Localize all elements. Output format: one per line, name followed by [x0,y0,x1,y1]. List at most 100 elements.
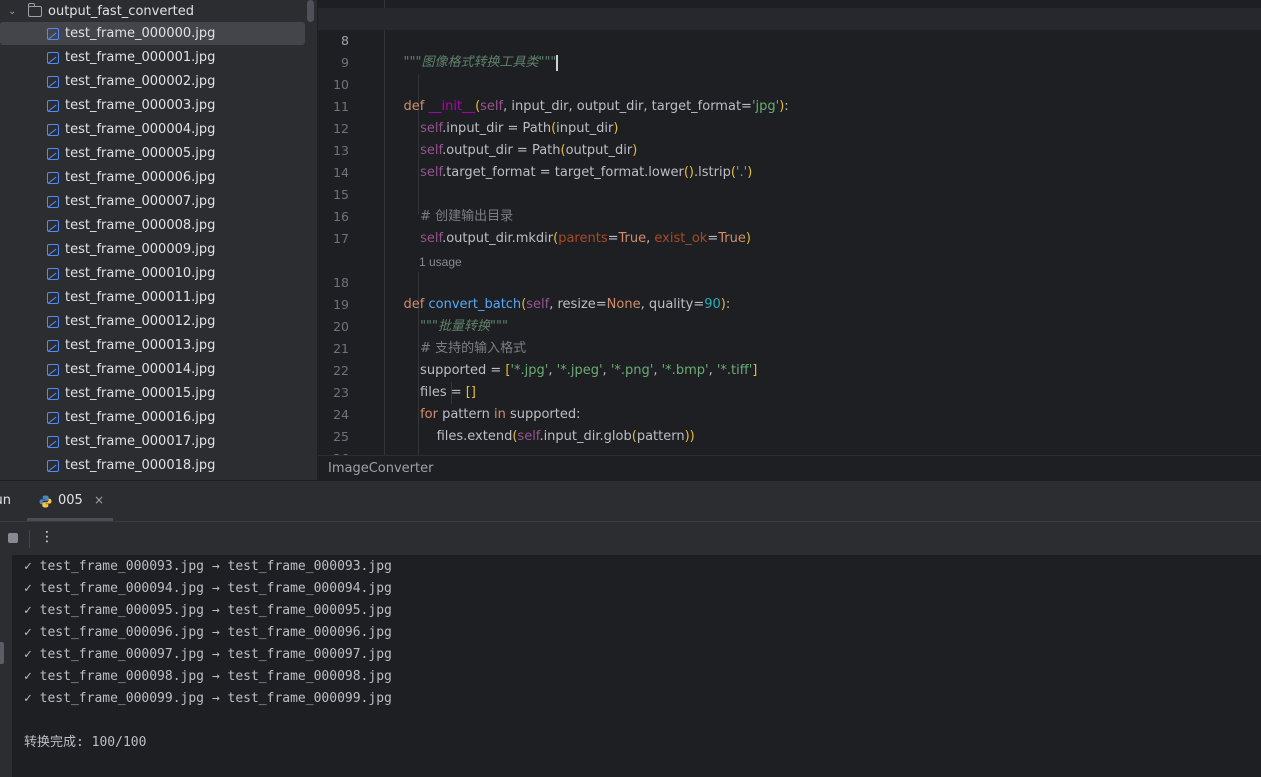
chevron-down-icon[interactable]: ⌄ [8,6,18,17]
tree-file-label: test_frame_000012.jpg [65,314,216,329]
image-file-icon [47,435,59,448]
code-editor[interactable]: class ImageConverter: 8 """图像格式转换工具类""" … [318,0,1261,455]
tree-file-item[interactable]: test_frame_000015.jpg [0,382,305,405]
folder-icon [28,2,42,17]
tree-file-item[interactable]: test_frame_000004.jpg [0,118,305,141]
tree-file-label: test_frame_000006.jpg [65,170,216,185]
tree-file-item[interactable]: test_frame_000007.jpg [0,190,305,213]
image-file-icon [47,27,59,40]
console-output[interactable]: ✓ test_frame_000093.jpg → test_frame_000… [0,555,1261,777]
tree-file-item[interactable]: test_frame_000014.jpg [0,358,305,381]
code-line: 13 self.target_format = target_format.lo… [318,118,1261,180]
tree-file-label: test_frame_000007.jpg [65,194,216,209]
gutter-marker [0,642,4,664]
image-file-icon [47,315,59,328]
tree-file-label: test_frame_000003.jpg [65,98,216,113]
tree-file-item[interactable]: test_frame_000001.jpg [0,46,305,69]
code-line: 11 self.input_dir = Path(input_dir) [318,74,1261,136]
image-file-icon [47,363,59,376]
console-line: ✓ test_frame_000097.jpg → test_frame_000… [24,647,392,662]
code-line: 14 [318,140,1261,180]
code-line: 25 [318,404,1261,444]
code-line: 17 [318,206,1261,246]
code-line: 22 files = [] [318,338,1261,400]
tree-file-item[interactable]: test_frame_000016.jpg [0,406,305,429]
tree-file-item[interactable]: test_frame_000008.jpg [0,214,305,237]
folder-name: output_fast_converted [48,3,195,19]
code-line: 16 self.output_dir.mkdir(parents=True, e… [318,184,1261,246]
console-line: ✓ test_frame_000094.jpg → test_frame_000… [24,581,392,596]
console-line: ✓ test_frame_000095.jpg → test_frame_000… [24,603,392,618]
image-file-icon [47,339,59,352]
tree-file-label: test_frame_000015.jpg [65,386,216,401]
tree-scrollbar[interactable] [307,0,314,22]
code-line: 10 def __init__(self, input_dir, output_… [318,52,1261,114]
console-summary: 转换完成: 100/100 [24,735,147,750]
code-line: 9 [318,30,1261,70]
tree-file-item[interactable]: test_frame_000011.jpg [0,286,305,309]
image-file-icon [47,219,59,232]
stop-icon[interactable] [8,533,18,543]
code-line: class ImageConverter: [318,0,1261,26]
tree-file-item[interactable]: test_frame_000017.jpg [0,430,305,453]
code-line: 23 for pattern in supported: [318,360,1261,422]
code-line: 20 # 支持的输入格式 [318,294,1261,356]
close-icon[interactable]: × [94,493,104,507]
image-file-icon [47,459,59,472]
console-line: ✓ test_frame_000096.jpg → test_frame_000… [24,625,392,640]
code-line: 8 """图像格式转换工具类""" [318,8,1261,71]
toolbar-divider [29,530,30,548]
image-file-icon [47,171,59,184]
tab-run-config[interactable]: 005 × [27,481,113,521]
tree-file-item[interactable]: test_frame_000018.jpg [0,454,305,477]
console-gutter [0,555,12,777]
tree-file-label: test_frame_000002.jpg [65,74,216,89]
image-file-icon [47,51,59,64]
image-file-icon [47,291,59,304]
run-toolbar: ⋮ [0,521,1261,556]
code-line: 21 supported = ['*.jpg', '*.jpeg', '*.pn… [318,316,1261,378]
tree-file-label: test_frame_000008.jpg [65,218,216,233]
run-panel-header: Run 005 × [0,480,1261,521]
tree-file-label: test_frame_000001.jpg [65,50,216,65]
tree-file-item[interactable]: test_frame_000009.jpg [0,238,305,261]
run-tab-label[interactable]: 005 [58,493,83,508]
code-line: 15 # 创建输出目录 [318,162,1261,224]
tree-file-item[interactable]: test_frame_000013.jpg [0,334,305,357]
tree-file-item[interactable]: test_frame_000000.jpg [0,22,305,45]
tree-file-label: test_frame_000010.jpg [65,266,216,281]
tree-file-label: test_frame_000016.jpg [65,410,216,425]
more-options-icon[interactable]: ⋮ [40,529,54,545]
tree-file-item[interactable]: test_frame_000003.jpg [0,94,305,117]
project-tree: ⌄ output_fast_converted test_frame_00000… [0,0,317,480]
code-line: 18 def convert_batch(self, resize=None, … [318,250,1261,312]
code-line: 19 """批量转换""" [318,272,1261,334]
tree-file-label: test_frame_000004.jpg [65,122,216,137]
tree-file-label: test_frame_000018.jpg [65,458,216,473]
console-line: ✓ test_frame_000093.jpg → test_frame_000… [24,559,392,574]
tree-file-label: test_frame_000000.jpg [65,26,216,41]
code-line: 24 files.extend(self.input_dir.glob(patt… [318,382,1261,444]
tree-file-label: test_frame_000013.jpg [65,338,216,353]
tree-folder[interactable]: ⌄ output_fast_converted [0,0,305,22]
breadcrumb[interactable]: ImageConverter [318,455,1261,481]
run-panel-title: Run [0,493,11,508]
console-line: ✓ test_frame_000099.jpg → test_frame_000… [24,691,392,706]
tree-file-item[interactable]: test_frame_000002.jpg [0,70,305,93]
tree-file-label: test_frame_000011.jpg [65,290,216,305]
image-file-icon [47,75,59,88]
tree-file-item[interactable]: test_frame_000005.jpg [0,142,305,165]
image-file-icon [47,195,59,208]
breadcrumb-item[interactable]: ImageConverter [328,461,433,476]
usage-hint-line: 1 usage [318,229,1261,269]
line-number: 26 [318,448,349,455]
console-line: ✓ test_frame_000098.jpg → test_frame_000… [24,669,392,684]
code-line: 12 self.output_dir = Path(output_dir) [318,96,1261,158]
tree-file-label: test_frame_000014.jpg [65,362,216,377]
tree-file-item[interactable]: test_frame_000012.jpg [0,310,305,333]
python-icon [39,495,52,508]
tree-file-item[interactable]: test_frame_000006.jpg [0,166,305,189]
tree-file-item[interactable]: test_frame_000010.jpg [0,262,305,285]
tree-file-label: test_frame_000005.jpg [65,146,216,161]
tree-file-label: test_frame_000017.jpg [65,434,216,449]
